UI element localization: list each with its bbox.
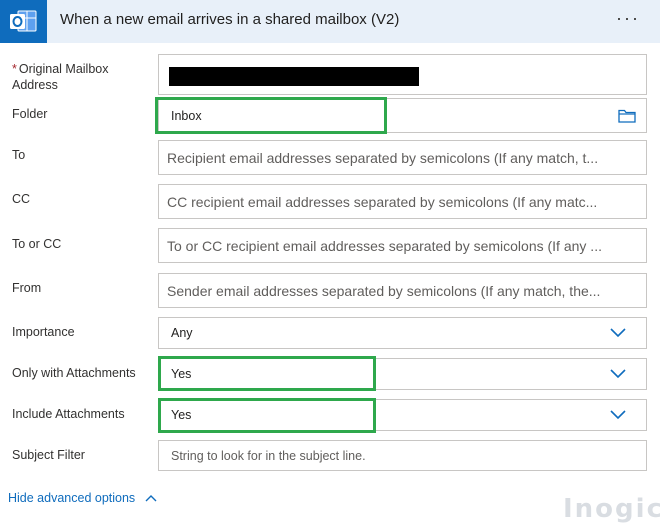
importance-label: Importance bbox=[12, 325, 75, 339]
action-title: When a new email arrives in a shared mai… bbox=[60, 11, 400, 28]
folder-input[interactable]: Inbox bbox=[158, 98, 647, 133]
to-or-cc-label: To or CC bbox=[12, 237, 62, 251]
to-or-cc-input[interactable]: To or CC recipient email addresses separ… bbox=[158, 228, 647, 263]
from-label: From bbox=[12, 281, 42, 295]
redacted-value bbox=[169, 67, 419, 86]
folder-value: Inbox bbox=[171, 108, 202, 123]
include-attachments-dropdown[interactable]: Yes bbox=[158, 399, 647, 431]
chevron-down-icon[interactable] bbox=[610, 328, 626, 338]
only-attachments-dropdown[interactable]: Yes bbox=[158, 358, 647, 390]
to-or-cc-placeholder: To or CC recipient email addresses separ… bbox=[167, 237, 602, 254]
mailbox-address-input[interactable] bbox=[158, 54, 647, 95]
importance-value: Any bbox=[171, 326, 193, 340]
more-options-icon[interactable]: ··· bbox=[616, 8, 640, 29]
advanced-link-label: Hide advanced options bbox=[8, 491, 136, 505]
folder-icon[interactable] bbox=[618, 109, 636, 123]
folder-label: Folder bbox=[12, 107, 48, 121]
subject-filter-label: Subject Filter bbox=[12, 448, 85, 462]
to-label: To bbox=[12, 148, 26, 162]
outlook-icon bbox=[0, 0, 47, 43]
hide-advanced-options-link[interactable]: Hide advanced options bbox=[8, 491, 157, 505]
cc-placeholder: CC recipient email addresses separated b… bbox=[167, 193, 598, 210]
cc-input[interactable]: CC recipient email addresses separated b… bbox=[158, 184, 647, 219]
only-attachments-label: Only with Attachments bbox=[12, 366, 136, 380]
from-placeholder: Sender email addresses separated by semi… bbox=[167, 282, 601, 299]
mailbox-label: * Original Mailbox Address bbox=[12, 62, 109, 92]
chevron-up-icon bbox=[145, 495, 157, 502]
required-marker: * bbox=[12, 62, 17, 76]
to-input[interactable]: Recipient email addresses separated by s… bbox=[158, 140, 647, 175]
inogic-watermark: Inogic bbox=[563, 494, 660, 524]
chevron-down-icon[interactable] bbox=[610, 410, 626, 420]
action-card-header[interactable]: When a new email arrives in a shared mai… bbox=[0, 0, 660, 43]
subject-filter-placeholder: String to look for in the subject line. bbox=[171, 448, 366, 463]
include-attachments-value: Yes bbox=[171, 408, 192, 422]
cc-label: CC bbox=[12, 192, 31, 206]
subject-filter-input[interactable]: String to look for in the subject line. bbox=[158, 440, 647, 471]
include-attachments-label: Include Attachments bbox=[12, 407, 125, 421]
from-input[interactable]: Sender email addresses separated by semi… bbox=[158, 273, 647, 308]
importance-dropdown[interactable]: Any bbox=[158, 317, 647, 349]
to-placeholder: Recipient email addresses separated by s… bbox=[167, 149, 599, 166]
only-attachments-value: Yes bbox=[171, 367, 192, 381]
chevron-down-icon[interactable] bbox=[610, 369, 626, 379]
